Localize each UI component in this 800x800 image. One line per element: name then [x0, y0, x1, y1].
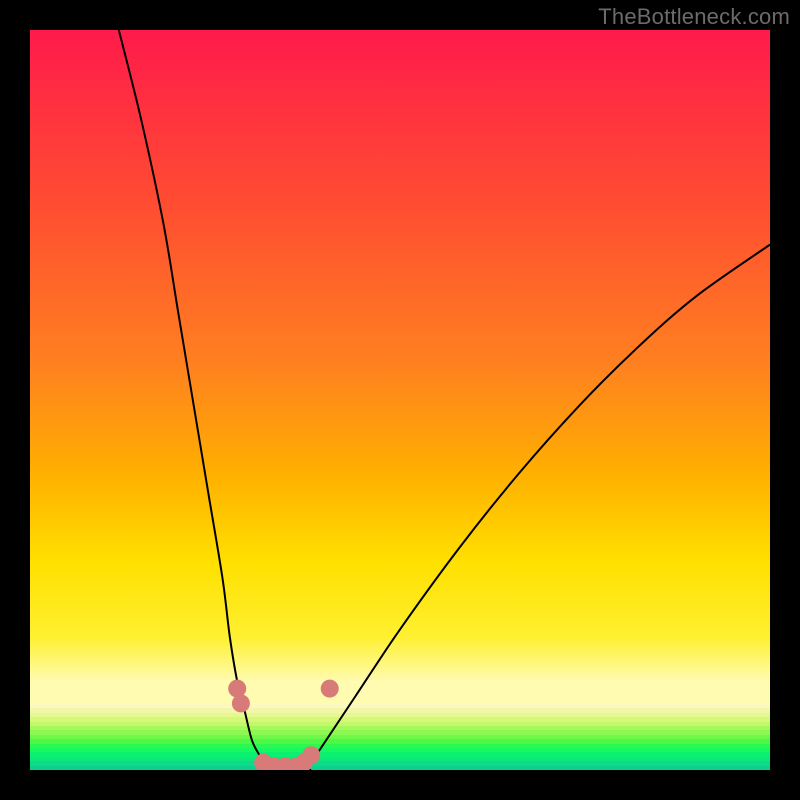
watermark-text: TheBottleneck.com — [598, 4, 790, 30]
plot-area — [30, 30, 770, 770]
marker-group — [228, 680, 339, 770]
curve-left-branch — [119, 30, 267, 770]
floor-marker-6 — [302, 746, 320, 764]
left-marker-2 — [232, 694, 250, 712]
outer-frame: TheBottleneck.com — [0, 0, 800, 800]
bottleneck-curve — [30, 30, 770, 770]
right-marker-1 — [321, 680, 339, 698]
curve-right-branch — [311, 245, 770, 763]
